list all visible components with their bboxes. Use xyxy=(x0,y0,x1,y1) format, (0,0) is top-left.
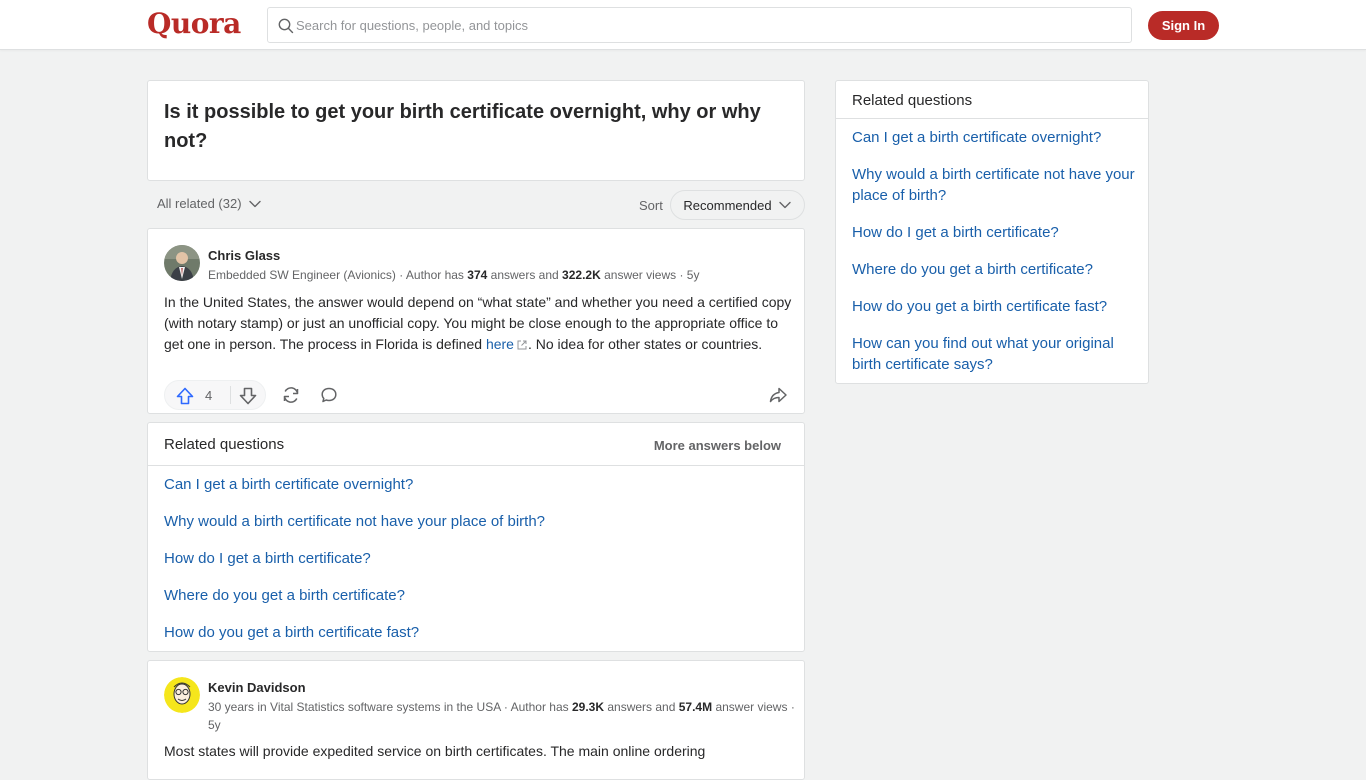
upvote-icon[interactable] xyxy=(175,386,195,406)
link-text: here xyxy=(485,336,514,352)
all-related-label: All related (32) xyxy=(157,196,242,211)
question-title: Is it possible to get your birth certifi… xyxy=(164,101,761,152)
all-related-dropdown[interactable]: All related (32) xyxy=(157,196,262,211)
share-icon[interactable] xyxy=(768,385,788,405)
views-label: answer views xyxy=(604,268,677,282)
related-title: Related questions xyxy=(164,436,285,453)
top-bar: Quora Sign In xyxy=(0,0,1366,50)
sidebar-question-link[interactable]: Can I get a birth certificate overnight? xyxy=(852,127,1136,148)
quora-logo[interactable]: Quora xyxy=(147,7,241,40)
sidebar-header: Related questions xyxy=(836,81,1148,119)
answer-text: Most states will provide expedited servi… xyxy=(164,743,706,759)
related-questions-inline: Related questions More answers below Can… xyxy=(147,422,805,652)
search-input[interactable] xyxy=(296,8,1116,42)
credential: Embedded SW Engineer (Avionics) xyxy=(208,268,396,282)
avatar[interactable] xyxy=(164,245,200,281)
search-icon xyxy=(278,18,294,34)
sort-label: Sort xyxy=(639,198,663,213)
sort-value: Recommended xyxy=(683,197,772,213)
sidebar-title: Related questions xyxy=(852,92,973,109)
answer-age[interactable]: 5y xyxy=(687,268,700,282)
sidebar-related-questions: Related questions Can I get a birth cert… xyxy=(835,80,1149,384)
related-header: Related questions More answers below xyxy=(148,423,804,466)
author-credentials: Embedded SW Engineer (Avionics) · Author… xyxy=(208,268,700,282)
related-question-link[interactable]: Can I get a birth certificate overnight? xyxy=(164,476,413,493)
repost-icon[interactable] xyxy=(281,385,301,405)
answers-and-label: answers and xyxy=(490,268,559,282)
chevron-down-icon xyxy=(778,201,791,209)
answer-text: In the United States, the answer would d… xyxy=(164,292,792,355)
views-count: 322.2K xyxy=(562,268,601,282)
external-link[interactable]: here xyxy=(486,336,528,352)
author-has-label: Author has xyxy=(405,268,464,282)
sidebar-question-link[interactable]: Why would a birth certificate not have y… xyxy=(852,164,1136,206)
answer-age[interactable]: 5y xyxy=(208,718,221,732)
downvote-icon[interactable] xyxy=(238,386,258,406)
search-box[interactable] xyxy=(267,7,1132,43)
author-name[interactable]: Kevin Davidson xyxy=(208,680,306,695)
credential: 30 years in Vital Statistics software sy… xyxy=(208,700,501,714)
views-label: answer views xyxy=(715,700,788,714)
sidebar-question-link[interactable]: How do I get a birth certificate? xyxy=(852,222,1136,243)
vote-divider xyxy=(230,386,231,404)
answers-and-label: answers and xyxy=(607,700,676,714)
sidebar-question-link[interactable]: Where do you get a birth certificate? xyxy=(852,259,1136,280)
author-name[interactable]: Chris Glass xyxy=(208,248,280,263)
answers-count: 29.3K xyxy=(571,700,605,714)
question-card: Is it possible to get your birth certifi… xyxy=(147,80,805,181)
more-answers-below: More answers below xyxy=(653,438,781,453)
related-question-link[interactable]: Where do you get a birth certificate? xyxy=(164,587,405,604)
answer-card: Chris Glass Embedded SW Engineer (Avioni… xyxy=(147,228,805,414)
answer-text-part: . No idea for other states or countries. xyxy=(527,336,763,352)
sort-dropdown[interactable]: Recommended xyxy=(670,190,805,220)
external-link-icon xyxy=(517,340,527,350)
related-question-link[interactable]: How do I get a birth certificate? xyxy=(164,550,371,567)
answers-count: 374 xyxy=(467,268,488,282)
comment-icon[interactable] xyxy=(319,385,339,405)
avatar[interactable] xyxy=(164,677,200,713)
upvote-count: 4 xyxy=(205,388,213,403)
related-question-link[interactable]: How do you get a birth certificate fast? xyxy=(164,624,419,641)
chevron-down-icon xyxy=(248,200,261,207)
sidebar-question-link[interactable]: How do you get a birth certificate fast? xyxy=(852,296,1136,317)
related-question-link[interactable]: Why would a birth certificate not have y… xyxy=(164,513,545,530)
answer-card: Kevin Davidson 30 years in Vital Statist… xyxy=(147,660,805,780)
sign-in-button[interactable]: Sign In xyxy=(1148,11,1219,40)
author-has-label: Author has xyxy=(510,700,569,714)
sidebar-question-link[interactable]: How can you find out what your original … xyxy=(852,333,1136,375)
vote-controls: 4 xyxy=(164,380,266,410)
author-credentials: 30 years in Vital Statistics software sy… xyxy=(208,700,795,732)
views-count: 57.4M xyxy=(678,700,713,714)
